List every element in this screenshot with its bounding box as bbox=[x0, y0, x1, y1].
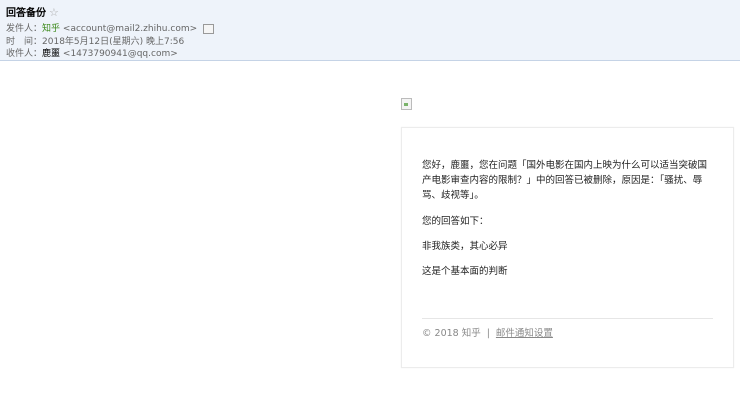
mail-footer: © 2018 知乎 | 邮件通知设置 bbox=[422, 325, 553, 339]
answer-label: 您的回答如下： bbox=[422, 216, 489, 227]
mail-header: 回答备份 ☆ 发件人：知乎 <account@mail2.zhihu.com> 时… bbox=[0, 0, 740, 61]
to-row: 收件人：鹿噩 <1473790941@qq.com> bbox=[6, 46, 178, 59]
contact-card-icon[interactable] bbox=[203, 23, 215, 34]
mail-card: 您好，鹿噩，您在问题「国外电影在国内上映为什么可以适当突破国产电影审查内容的限制… bbox=[401, 127, 734, 368]
sender-name[interactable]: 知乎 bbox=[42, 24, 60, 34]
sender-email[interactable]: <account@mail2.zhihu.com> bbox=[63, 24, 197, 34]
notification-settings-link[interactable]: 邮件通知设置 bbox=[496, 328, 553, 339]
answer-line: 这是个基本面的判断 bbox=[422, 266, 508, 277]
mail-subject: 回答备份 ☆ bbox=[6, 4, 59, 19]
copyright: © 2018 知乎 bbox=[422, 328, 481, 339]
broken-image-icon bbox=[401, 98, 412, 110]
recipient-email[interactable]: <1473790941@qq.com> bbox=[63, 49, 178, 59]
answer-line: 非我族类，其心必异 bbox=[422, 241, 508, 252]
to-label: 收件人： bbox=[6, 49, 43, 59]
star-icon[interactable]: ☆ bbox=[49, 6, 59, 19]
divider bbox=[422, 318, 713, 319]
from-row: 发件人：知乎 <account@mail2.zhihu.com> bbox=[6, 21, 215, 34]
from-label: 发件人： bbox=[6, 24, 43, 34]
intro-text: 您好，鹿噩，您在问题「国外电影在国内上映为什么可以适当突破国产电影审查内容的限制… bbox=[422, 160, 708, 201]
subject-text: 回答备份 bbox=[6, 8, 46, 19]
footer-separator: | bbox=[486, 328, 490, 339]
recipient-name[interactable]: 鹿噩 bbox=[42, 49, 60, 59]
